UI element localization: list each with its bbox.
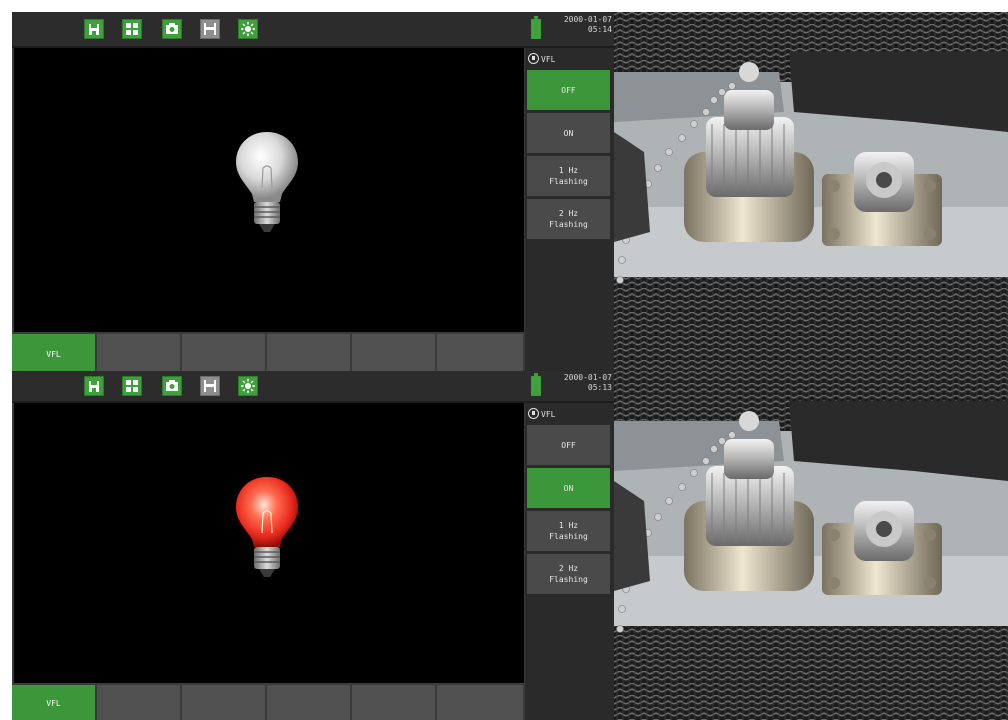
tab-empty-2[interactable] [97,685,181,720]
mode-sidebar: VFL OFF ON 1 Hz Flashing 2 Hz Flashing [525,403,614,720]
mode-2hz-button[interactable]: 2 Hz Flashing [527,199,610,239]
save-icon[interactable] [84,19,104,39]
function-tabs: VFL [12,685,524,720]
mode-sidebar: VFL OFF ON 1 Hz Flashing 2 Hz Flashing [525,48,614,372]
camera-icon[interactable] [162,19,182,39]
mode-2hz-button[interactable]: 2 Hz Flashing [527,554,610,594]
time-text: 05:13 [587,383,612,392]
vfl-panel-on-state: 2000-01-07 05:13 VFL OFF ON 1 Hz Flashin… [12,371,614,720]
mode-1hz-button[interactable]: 1 Hz Flashing [527,511,610,551]
laser-warning-icon [528,53,539,64]
tab-empty-4[interactable] [267,334,351,372]
vfl-panel-off-state: 2000-01-07 05:14 VFL OFF ON 1 Hz Flashin… [12,12,614,372]
mode-on-button[interactable]: ON [527,113,610,153]
toolbar: 2000-01-07 05:14 [12,12,614,48]
date-text: 2000-01-07 [563,373,612,382]
tab-empty-3[interactable] [182,685,266,720]
mode-on-button[interactable]: ON [527,468,610,508]
floppy-icon[interactable] [200,19,220,39]
connector-photo-on [614,371,1008,720]
datetime: 2000-01-07 05:13 [546,373,612,393]
fit-icon[interactable] [122,376,142,396]
datetime: 2000-01-07 05:14 [546,15,612,35]
mode-off-button[interactable]: OFF [527,70,610,110]
vfl-label: VFL [541,410,556,419]
light-bulb-off-icon [236,132,298,232]
tab-empty-5[interactable] [352,685,436,720]
vfl-display [14,48,524,332]
tab-empty-2[interactable] [97,334,181,372]
camera-icon[interactable] [162,376,182,396]
time-text: 05:14 [587,25,612,34]
save-icon[interactable] [84,376,104,396]
vfl-label: VFL [541,55,556,64]
tab-empty-4[interactable] [267,685,351,720]
mode-1hz-button[interactable]: 1 Hz Flashing [527,156,610,196]
mode-off-button[interactable]: OFF [527,425,610,465]
device-screenshot-composite: 2000-01-07 05:14 VFL OFF ON 1 Hz Flashin… [0,0,1008,720]
fit-icon[interactable] [122,19,142,39]
tab-empty-6[interactable] [437,334,524,372]
date-text: 2000-01-07 [563,15,612,24]
battery-icon [531,373,541,396]
connector-photo-off [614,12,1008,371]
tab-empty-5[interactable] [352,334,436,372]
tab-empty-6[interactable] [437,685,524,720]
light-bulb-on-icon [232,473,302,577]
function-tabs: VFL [12,334,524,372]
brightness-icon[interactable] [238,19,258,39]
laser-warning-icon [528,408,539,419]
floppy-icon[interactable] [200,376,220,396]
tab-empty-3[interactable] [182,334,266,372]
vfl-display [14,403,524,683]
tab-vfl[interactable]: VFL [12,334,96,372]
vfl-header: VFL [528,53,555,67]
vfl-header: VFL [528,408,555,422]
brightness-icon[interactable] [238,376,258,396]
tab-vfl[interactable]: VFL [12,685,96,720]
toolbar: 2000-01-07 05:13 [12,371,614,403]
battery-icon [531,16,541,39]
